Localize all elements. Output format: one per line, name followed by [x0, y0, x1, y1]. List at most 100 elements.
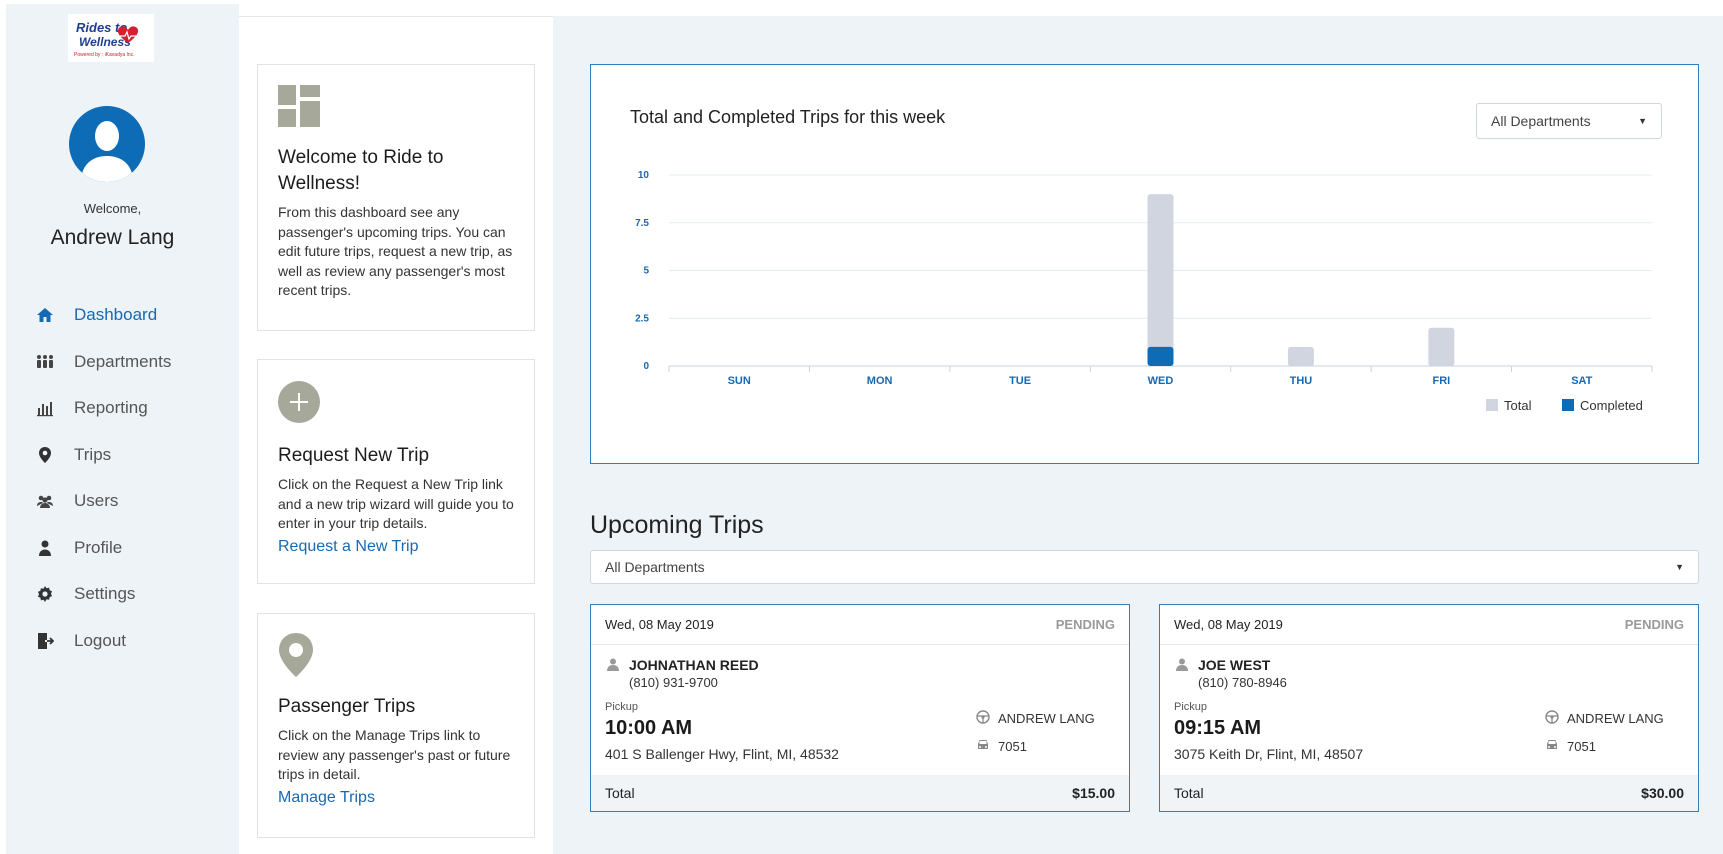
- sidebar-item-trips[interactable]: Trips: [36, 432, 171, 479]
- steering-wheel-icon: [1545, 710, 1559, 727]
- trip-total-amount: $15.00: [1072, 785, 1115, 801]
- welcome-card: Welcome to Ride to Wellness! From this d…: [257, 64, 535, 331]
- x-tick-label: SAT: [1571, 375, 1592, 387]
- legend-label: Completed: [1580, 398, 1643, 413]
- car-icon: [976, 739, 990, 754]
- trip-card[interactable]: Wed, 08 May 2019 PENDING JOE WEST (810) …: [1159, 604, 1699, 812]
- legend-label: Total: [1504, 398, 1532, 413]
- legend-swatch: [1486, 399, 1498, 411]
- users-icon: [36, 492, 74, 510]
- person-icon: [607, 658, 619, 676]
- sidebar-nav: Dashboard Departments Reporting Trips Us…: [36, 292, 171, 664]
- weekly-trips-chart: 0 2.5 5 7.5 10 SUN MON TUE WED THU FRI SAT Total Comp…: [635, 170, 1653, 413]
- plus-circle-icon[interactable]: [278, 381, 320, 423]
- logout-icon: [36, 632, 74, 650]
- sidebar-item-label: Profile: [74, 537, 123, 557]
- dashboard-grid-icon: [278, 85, 322, 129]
- sidebar-item-label: Reporting: [74, 398, 148, 418]
- user-name: Andrew Lang: [50, 226, 175, 249]
- sidebar-item-label: Dashboard: [74, 305, 158, 325]
- welcome-card-title: Welcome to Ride to Wellness!: [278, 147, 444, 194]
- bar-total: [1287, 346, 1314, 366]
- y-tick-label: 2.5: [635, 313, 649, 324]
- map-pin-icon: [278, 633, 314, 677]
- passenger-trips-card: Passenger Trips Click on the Manage Trip…: [257, 613, 535, 838]
- sidebar-item-settings[interactable]: Settings: [36, 571, 171, 618]
- request-card-text: Click on the Request a New Trip link and…: [278, 476, 514, 531]
- upcoming-department-select[interactable]: All Departments ▼: [590, 550, 1699, 584]
- pickup-label: Pickup: [605, 701, 639, 713]
- pickup-address: 3075 Keith Dr, Flint, MI, 48507: [1174, 746, 1364, 762]
- sidebar-item-label: Logout: [74, 630, 126, 650]
- passenger-card-title: Passenger Trips: [278, 696, 416, 717]
- person-icon: [1176, 658, 1188, 676]
- gear-icon: [36, 585, 74, 603]
- map-pin-icon: [36, 446, 74, 464]
- trip-date: Wed, 08 May 2019: [605, 617, 714, 632]
- y-tick-label: 5: [643, 266, 649, 277]
- trip-driver: ANDREW LANG: [1545, 710, 1664, 727]
- app-logo[interactable]: Rides to Wellness Powered by : iKavadya …: [68, 14, 154, 62]
- bar-chart-icon: [36, 399, 74, 417]
- sidebar-item-departments[interactable]: Departments: [36, 339, 171, 386]
- trip-date: Wed, 08 May 2019: [1174, 617, 1283, 632]
- sidebar-item-dashboard[interactable]: Dashboard: [36, 292, 171, 339]
- x-tick-label: SUN: [728, 375, 751, 387]
- welcome-card-text: From this dashboard see any passenger's …: [278, 204, 513, 298]
- trip-vehicle: 7051: [976, 739, 1027, 754]
- sidebar-item-label: Settings: [74, 584, 136, 604]
- bar-completed: [1147, 346, 1174, 366]
- welcome-label: Welcome,: [83, 201, 142, 216]
- legend-swatch: [1562, 399, 1574, 411]
- sidebar-item-label: Users: [74, 491, 119, 511]
- request-trip-card: Request New Trip Click on the Request a …: [257, 359, 535, 584]
- trip-vehicle: 7051: [1545, 739, 1596, 754]
- request-card-title: Request New Trip: [278, 445, 430, 466]
- sidebar-item-profile[interactable]: Profile: [36, 525, 171, 572]
- pickup-time: 10:00 AM: [605, 717, 693, 739]
- y-tick-label: 0: [643, 361, 649, 372]
- pickup-label: Pickup: [1174, 701, 1208, 713]
- passenger-phone: (810) 780-8946: [1198, 675, 1287, 690]
- trip-card-footer: Total $30.00: [1160, 775, 1698, 811]
- sidebar-item-label: Trips: [74, 444, 112, 464]
- trip-card-footer: Total $15.00: [591, 775, 1129, 811]
- bar-total: [1428, 327, 1455, 366]
- x-tick-label: TUE: [1009, 375, 1031, 387]
- home-icon: [36, 306, 74, 324]
- trip-status-badge: PENDING: [1624, 617, 1684, 632]
- total-label: Total: [1174, 785, 1204, 801]
- y-tick-label: 7.5: [635, 218, 649, 229]
- total-label: Total: [605, 785, 635, 801]
- sidebar-item-label: Departments: [74, 351, 172, 371]
- person-icon: [36, 539, 74, 557]
- trip-status-badge: PENDING: [1055, 617, 1115, 632]
- pickup-address: 401 S Ballenger Hwy, Flint, MI, 48532: [605, 746, 839, 762]
- driver-name: ANDREW LANG: [998, 711, 1095, 726]
- sidebar-item-users[interactable]: Users: [36, 478, 171, 525]
- upcoming-trips-title: Upcoming Trips: [590, 511, 764, 539]
- x-tick-label: FRI: [1432, 375, 1450, 387]
- request-new-trip-link[interactable]: Request a New Trip: [278, 538, 514, 556]
- svg-text:Powered by : iKavadya Inc.: Powered by : iKavadya Inc.: [74, 52, 135, 58]
- car-icon: [1545, 739, 1559, 754]
- trip-total-amount: $30.00: [1641, 785, 1684, 801]
- trip-card-header: Wed, 08 May 2019 PENDING: [591, 605, 1129, 645]
- sidebar-item-reporting[interactable]: Reporting: [36, 385, 171, 432]
- group-icon: [36, 353, 74, 371]
- passenger-name: JOHNATHAN REED: [629, 657, 759, 673]
- x-tick-label: THU: [1290, 375, 1313, 387]
- user-avatar: [69, 106, 145, 182]
- weekly-trips-chart-panel: Total and Completed Trips for this week …: [590, 64, 1699, 464]
- steering-wheel-icon: [976, 710, 990, 727]
- passenger-phone: (810) 931-9700: [629, 675, 718, 690]
- driver-name: ANDREW LANG: [1567, 711, 1664, 726]
- manage-trips-link[interactable]: Manage Trips: [278, 789, 514, 807]
- x-tick-label: MON: [867, 375, 893, 387]
- y-tick-label: 10: [638, 170, 650, 181]
- sidebar-item-logout[interactable]: Logout: [36, 618, 171, 665]
- trip-card[interactable]: Wed, 08 May 2019 PENDING JOHNATHAN REED …: [590, 604, 1130, 812]
- bar-total: [1147, 194, 1174, 366]
- caret-down-icon: ▼: [1675, 562, 1684, 572]
- trip-driver: ANDREW LANG: [976, 710, 1095, 727]
